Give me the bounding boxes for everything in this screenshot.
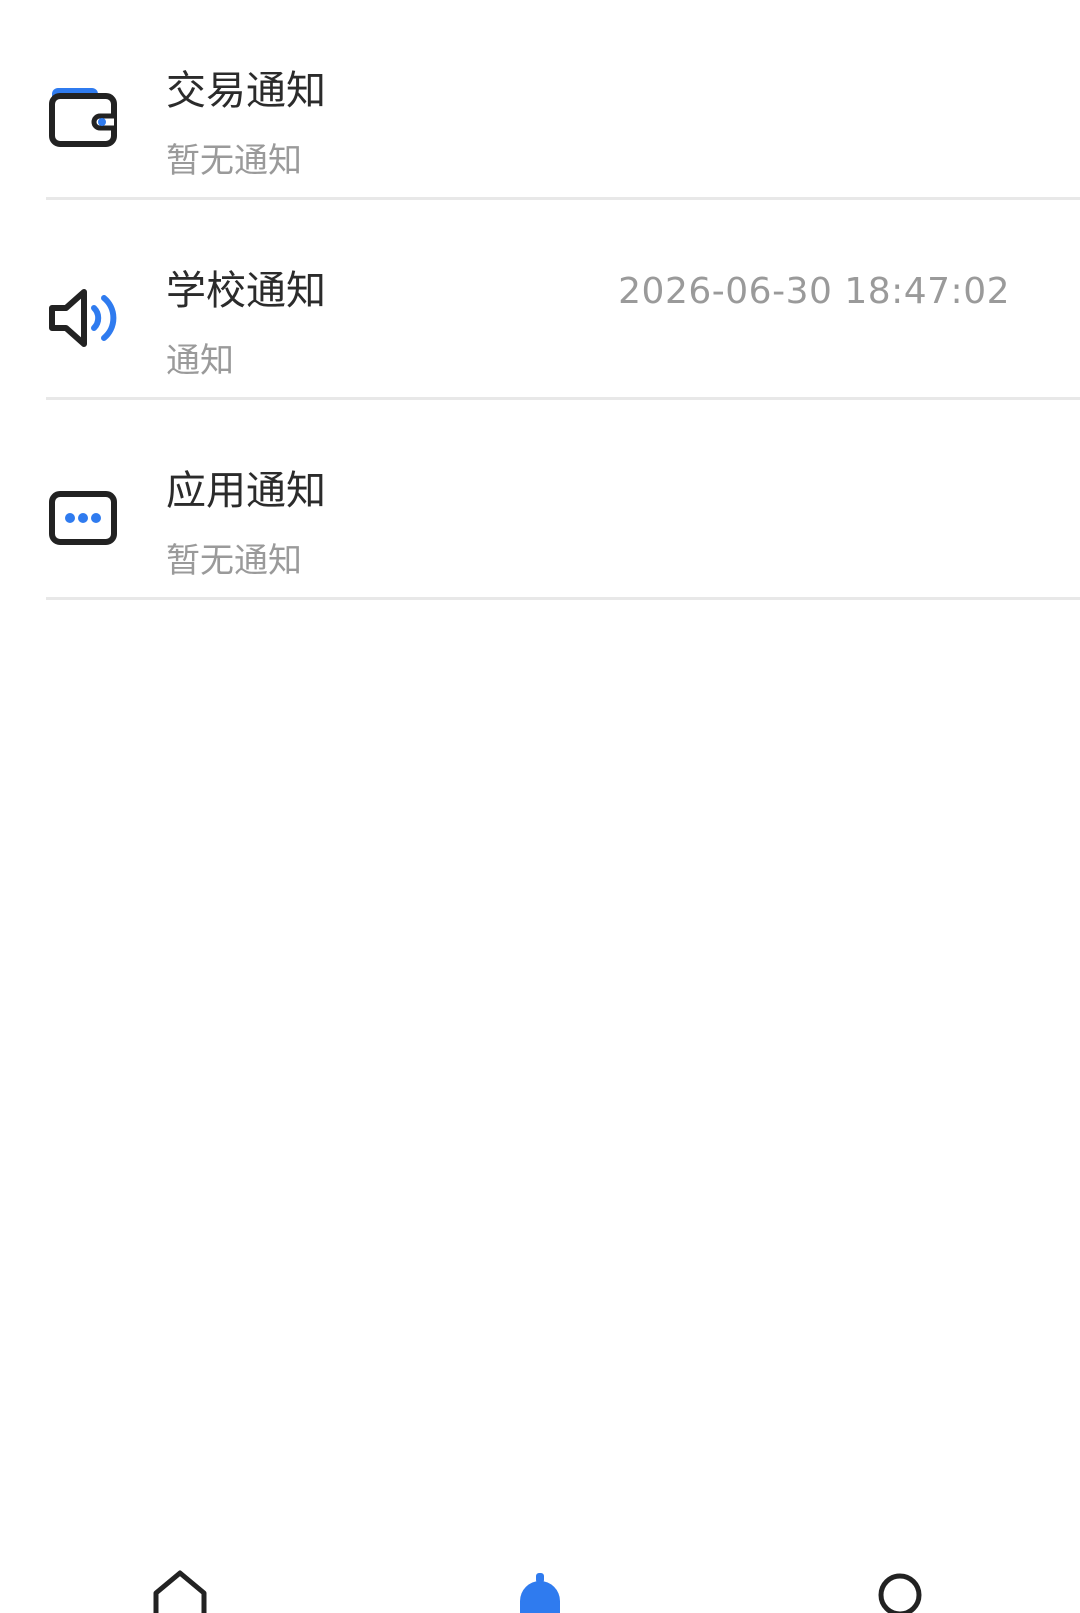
notification-title: 交易通知 bbox=[166, 68, 326, 114]
notification-title: 学校通知 bbox=[166, 268, 326, 314]
notification-row-transaction[interactable]: 交易通知 暂无通知 bbox=[0, 0, 1080, 200]
notification-subtitle: 通知 bbox=[166, 341, 234, 381]
chat-dots-icon bbox=[46, 480, 122, 556]
notification-time: 2026-06-30 18:47:02 bbox=[618, 271, 1010, 312]
notification-row-school[interactable]: 学校通知 2026-06-30 18:47:02 通知 bbox=[0, 200, 1080, 400]
notifications-page: 交易通知 暂无通知 学校通知 2026-06-30 18:47:02 通知 应用… bbox=[0, 0, 1080, 1613]
bottom-nav bbox=[0, 1569, 1080, 1613]
wallet-icon bbox=[46, 80, 122, 156]
notification-subtitle: 暂无通知 bbox=[166, 541, 302, 581]
notification-row-app[interactable]: 应用通知 暂无通知 bbox=[0, 400, 1080, 600]
profile-icon bbox=[878, 1573, 922, 1613]
nav-notice-button[interactable] bbox=[510, 1569, 570, 1613]
notification-subtitle: 暂无通知 bbox=[166, 141, 302, 181]
home-icon bbox=[153, 1570, 207, 1613]
bell-icon bbox=[520, 1573, 560, 1613]
nav-home-button[interactable] bbox=[150, 1569, 210, 1613]
speaker-icon bbox=[46, 280, 122, 356]
divider bbox=[46, 597, 1080, 600]
notification-title: 应用通知 bbox=[166, 468, 326, 514]
nav-profile-button[interactable] bbox=[870, 1569, 930, 1613]
notification-list: 交易通知 暂无通知 学校通知 2026-06-30 18:47:02 通知 应用… bbox=[0, 0, 1080, 600]
